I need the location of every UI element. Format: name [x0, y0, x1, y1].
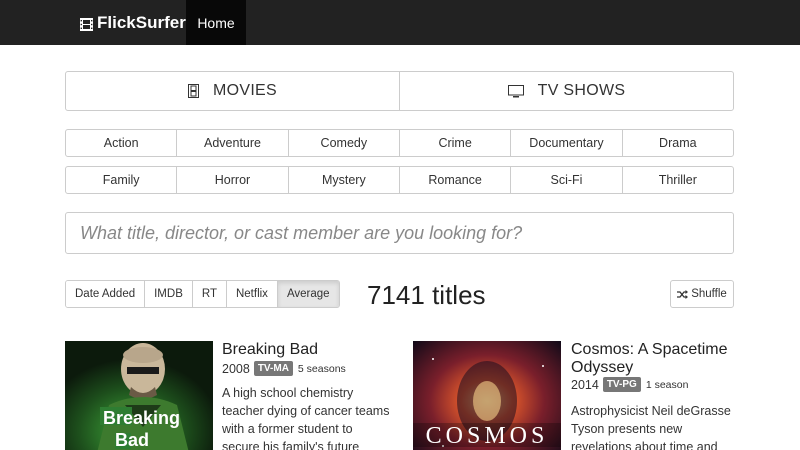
top-navbar: FlickSurfer Home — [0, 0, 800, 45]
genre-romance[interactable]: Romance — [398, 167, 510, 193]
genre-comedy[interactable]: Comedy — [287, 130, 399, 156]
season-count: 1 season — [645, 378, 689, 391]
result-description: A high school chemistry teacher dying of… — [222, 386, 390, 450]
genre-action[interactable]: Action — [66, 130, 176, 156]
film-icon — [80, 16, 93, 31]
poster-text-cosmos: COSMOS — [425, 423, 549, 449]
genre-horror[interactable]: Horror — [176, 167, 287, 193]
result-title[interactable]: Breaking Bad — [222, 341, 402, 359]
sort-rt-button[interactable]: RT — [191, 281, 226, 307]
result-description: Astrophysicist Neil deGrasse Tyson prese… — [571, 404, 731, 450]
result-year: 2014 — [571, 377, 599, 392]
shuffle-button[interactable]: Shuffle — [670, 280, 734, 308]
result-meta: 2014 TV-PG 1 season — [571, 377, 688, 392]
poster-breaking-bad[interactable]: Breaking Bad — [65, 341, 213, 450]
poster-text-bad: Bad — [115, 430, 150, 450]
genre-crime[interactable]: Crime — [398, 130, 510, 156]
content-rating-badge: TV-PG — [602, 377, 641, 392]
genre-drama[interactable]: Drama — [621, 130, 733, 156]
genre-family[interactable]: Family — [66, 167, 176, 193]
tab-movies-label: MOVIES — [212, 82, 278, 99]
search-input[interactable] — [65, 212, 734, 254]
sort-average-button[interactable]: Average — [276, 281, 339, 307]
nav-home-link[interactable]: Home — [186, 0, 246, 45]
poster-text-br: Br — [103, 408, 124, 428]
genre-filter-row-1: Action Adventure Comedy Crime Documentar… — [65, 129, 734, 157]
film-icon — [187, 84, 199, 98]
result-year: 2008 — [222, 361, 250, 376]
sort-netflix-button[interactable]: Netflix — [225, 281, 277, 307]
genre-thriller[interactable]: Thriller — [621, 167, 733, 193]
tab-movies[interactable]: MOVIES — [66, 72, 399, 110]
sort-button-group: Date Added IMDB RT Netflix Average — [65, 280, 340, 308]
title-count: 7141 titles — [367, 280, 486, 310]
genre-mystery[interactable]: Mystery — [287, 167, 399, 193]
sort-date-added-button[interactable]: Date Added — [66, 281, 145, 307]
content-rating-badge: TV-MA — [253, 361, 293, 376]
shuffle-icon — [677, 289, 689, 299]
sort-imdb-button[interactable]: IMDB — [144, 281, 192, 307]
result-meta: 2008 TV-MA 5 seasons — [222, 361, 346, 376]
genre-filter-row-2: Family Horror Mystery Romance Sci-Fi Thr… — [65, 166, 734, 194]
tv-icon — [507, 84, 524, 98]
brand-logo[interactable]: FlickSurfer — [80, 0, 186, 45]
tab-tv-shows[interactable]: TV SHOWS — [399, 72, 733, 110]
genre-sci-fi[interactable]: Sci-Fi — [510, 167, 621, 193]
genre-documentary[interactable]: Documentary — [510, 130, 621, 156]
poster-cosmos[interactable]: COSMOS — [413, 341, 561, 450]
shuffle-label: Shuffle — [691, 288, 727, 300]
poster-text-eaking: eaking — [123, 408, 181, 428]
season-count: 5 seasons — [297, 362, 346, 375]
result-title[interactable]: Cosmos: A Spacetime Odyssey — [571, 341, 741, 377]
media-type-tabs: MOVIES TV SHOWS — [65, 71, 734, 111]
brand-name: FlickSurfer — [97, 12, 186, 32]
genre-adventure[interactable]: Adventure — [176, 130, 287, 156]
tab-tv-shows-label: TV SHOWS — [537, 82, 626, 99]
